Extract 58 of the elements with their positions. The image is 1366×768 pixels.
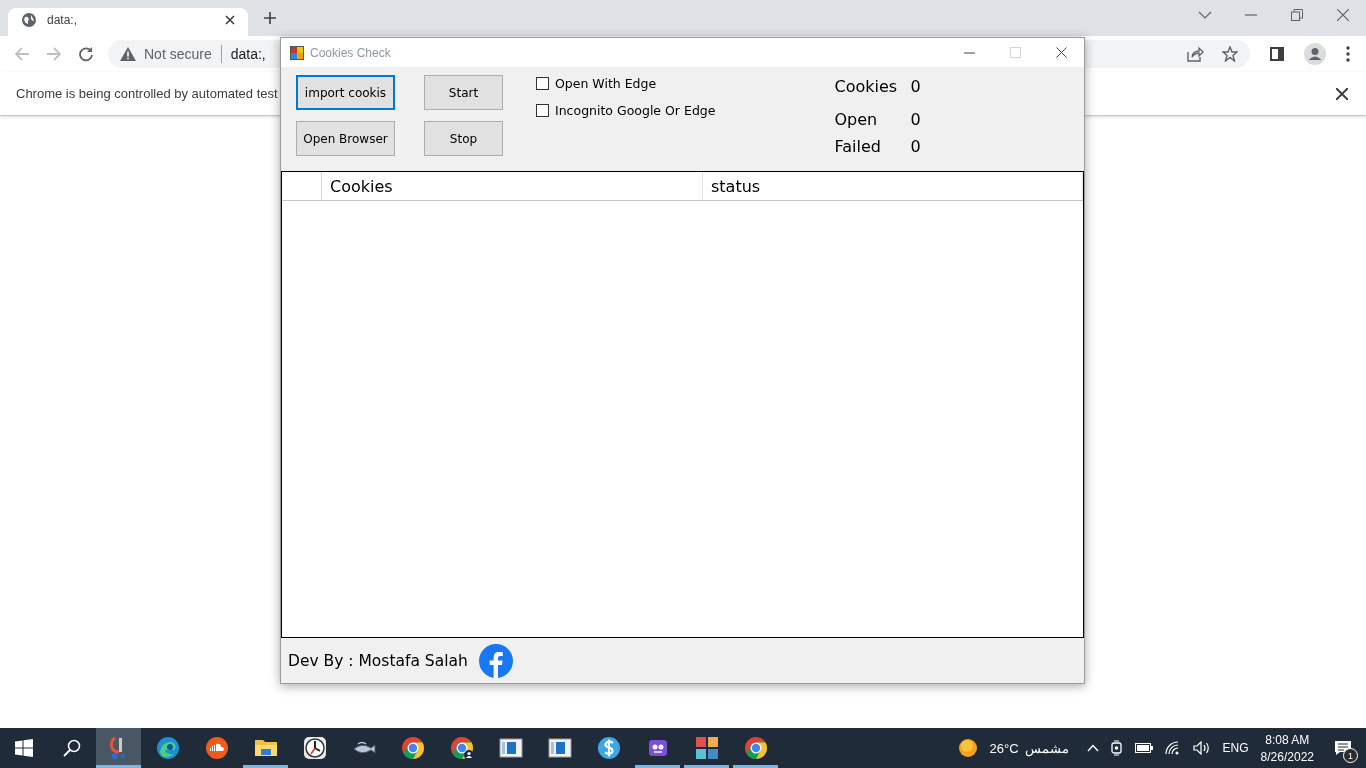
more-icon[interactable] <box>1346 46 1350 62</box>
browser-tab[interactable]: data:, <box>8 8 248 36</box>
stat-value: 0 <box>910 110 921 129</box>
speaker-icon[interactable] <box>1192 741 1211 755</box>
credit-text: Dev By : Mostafa Salah <box>288 651 468 670</box>
close-icon[interactable] <box>1336 87 1348 100</box>
stat-label: Open <box>834 110 879 129</box>
app-icon <box>290 45 304 60</box>
checkbox-label: Incognito Google Or Edge <box>555 103 716 118</box>
camera-icon[interactable] <box>1110 740 1123 756</box>
browser-icon <box>449 736 474 760</box>
wifi-icon[interactable] <box>1164 741 1181 755</box>
window-icon <box>498 736 523 760</box>
reload-icon[interactable] <box>78 46 94 62</box>
column-header[interactable]: status <box>703 172 1083 200</box>
battery-icon[interactable] <box>1134 743 1153 753</box>
button[interactable]: Start <box>424 75 503 110</box>
button[interactable]: Open Browser <box>296 121 395 156</box>
info-message: Chrome is being controlled by automated test <box>16 86 278 101</box>
clock-time[interactable]: 8:08 AM <box>1265 732 1310 747</box>
language-indicator[interactable]: ENG <box>1222 741 1249 755</box>
checkbox[interactable] <box>536 104 549 117</box>
star-icon[interactable] <box>1222 46 1238 62</box>
column-header[interactable]: Cookies <box>322 172 703 200</box>
browser-icon <box>743 736 768 760</box>
dollar-icon <box>596 736 621 760</box>
profile-icon[interactable] <box>1304 43 1326 65</box>
window-icon <box>547 736 572 760</box>
cloud-icon <box>204 736 229 760</box>
tab-title: data:, <box>47 13 79 27</box>
url-text: data:, <box>230 46 266 62</box>
notification-badge: 1 <box>1343 748 1358 763</box>
temperature[interactable]: 26°C <box>989 740 1019 756</box>
side-panel-icon[interactable] <box>1270 47 1284 61</box>
security-label: Not secure <box>144 46 212 62</box>
checkbox[interactable] <box>536 77 549 90</box>
clock-date[interactable]: 8/26/2022 <box>1260 749 1314 764</box>
globe-icon <box>21 12 37 28</box>
stat-label: Failed <box>834 137 882 156</box>
window-title: Cookies Check <box>310 45 391 60</box>
swirl-icon <box>155 736 180 760</box>
weather-condition[interactable]: مشمس <box>1024 740 1069 756</box>
close-icon[interactable] <box>225 15 235 25</box>
button[interactable]: import cookis <box>296 75 395 110</box>
stat-label: Cookies <box>834 77 899 96</box>
new-tab-icon[interactable] <box>263 11 277 25</box>
sun-icon[interactable] <box>957 738 978 758</box>
browser-icon <box>400 736 425 760</box>
warning-icon <box>120 47 136 61</box>
tiles-icon <box>694 736 719 760</box>
facebook-icon[interactable] <box>478 643 513 678</box>
checkbox-label: Open With Edge <box>555 76 657 91</box>
stat-value: 0 <box>910 137 921 156</box>
button[interactable]: Stop <box>424 121 503 156</box>
chevron-up-icon[interactable] <box>1086 744 1099 752</box>
clock-icon <box>302 736 327 760</box>
stat-value: 0 <box>910 77 921 96</box>
share-icon[interactable] <box>1186 46 1204 62</box>
